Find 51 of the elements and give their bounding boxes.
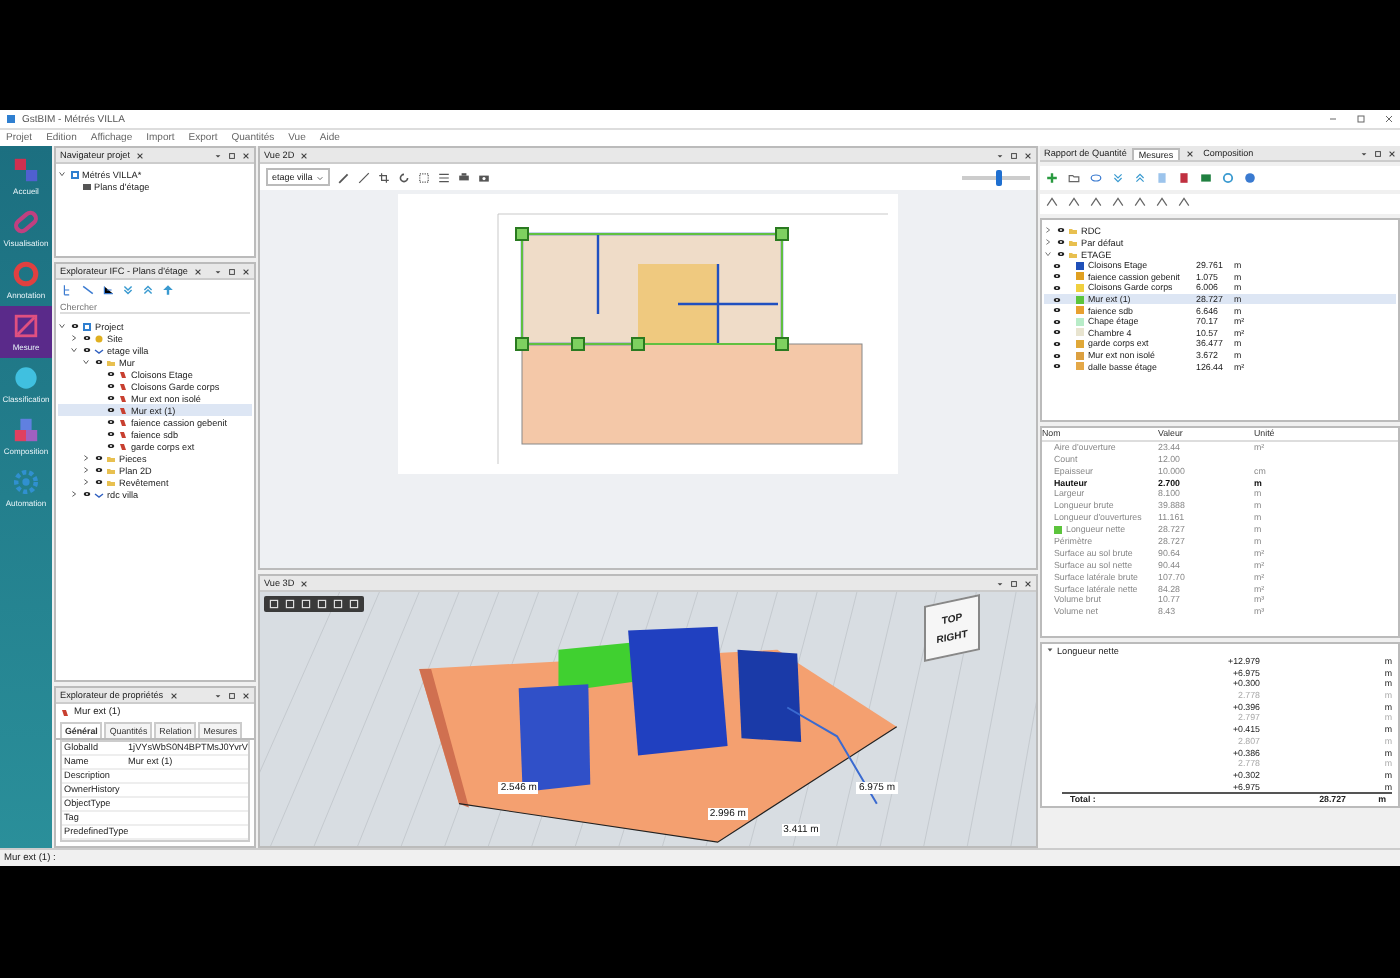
close-icon[interactable] <box>242 151 250 159</box>
close-icon[interactable] <box>1185 149 1194 157</box>
double-chevron-down-icon[interactable] <box>122 284 134 296</box>
project-icon <box>69 169 79 179</box>
arrow-up-icon[interactable] <box>162 284 174 296</box>
ring-icon <box>12 260 40 288</box>
app-logo-icon <box>6 114 16 124</box>
select-icon[interactable] <box>418 171 431 183</box>
pencil-icon[interactable] <box>338 171 351 183</box>
dropdown-icon[interactable] <box>214 691 222 699</box>
crop-icon[interactable] <box>378 171 391 183</box>
line-icon[interactable] <box>358 171 371 183</box>
close-icon[interactable] <box>1388 149 1396 157</box>
close-icon[interactable] <box>1024 579 1032 587</box>
wall-icon <box>60 708 70 718</box>
float-icon[interactable] <box>1374 149 1382 157</box>
double-chevron-up-icon[interactable] <box>142 284 154 296</box>
squares-icon <box>12 156 40 184</box>
link-icon <box>12 208 40 236</box>
double-chevron-up-icon[interactable] <box>1134 172 1146 184</box>
circle-icon <box>12 364 40 392</box>
dropdown-icon[interactable] <box>214 151 222 159</box>
line-icon[interactable] <box>82 284 94 296</box>
cubes-icon <box>12 416 40 444</box>
site-icon <box>94 333 104 343</box>
dropdown-icon[interactable] <box>214 267 222 275</box>
storey-icon <box>94 489 104 499</box>
storey-icon <box>94 345 104 355</box>
float-icon[interactable] <box>1010 151 1018 159</box>
expanded-arrow-icon[interactable] <box>1046 646 1054 654</box>
caret-icon <box>316 173 325 181</box>
float-icon[interactable] <box>228 691 236 699</box>
close-icon[interactable] <box>1384 114 1394 124</box>
plus-icon[interactable] <box>1046 172 1058 184</box>
float-icon[interactable] <box>1010 579 1018 587</box>
float-icon[interactable] <box>228 267 236 275</box>
float-icon[interactable] <box>228 151 236 159</box>
dropdown-icon[interactable] <box>996 579 1004 587</box>
folder-icon[interactable] <box>1068 172 1080 184</box>
folder-icon <box>106 357 116 367</box>
tree-icon[interactable] <box>62 284 74 296</box>
project-icon <box>82 321 92 331</box>
double-chevron-down-icon[interactable] <box>1112 172 1124 184</box>
rotate-icon[interactable] <box>398 171 411 183</box>
dropdown-icon[interactable] <box>996 151 1004 159</box>
close-icon[interactable] <box>242 691 250 699</box>
printer-icon[interactable] <box>458 171 471 183</box>
maximize-icon[interactable] <box>1356 114 1366 124</box>
close-icon[interactable] <box>1024 151 1032 159</box>
slider-thumb[interactable] <box>996 169 1003 185</box>
close-icon[interactable] <box>242 267 250 275</box>
